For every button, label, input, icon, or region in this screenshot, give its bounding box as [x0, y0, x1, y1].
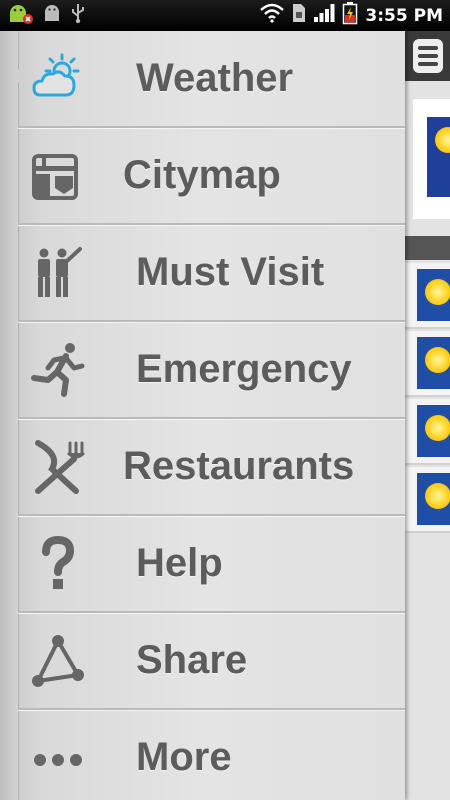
more-icon [30, 730, 86, 786]
sun-icon [425, 415, 450, 441]
menu-item-restaurants[interactable]: Restaurants [18, 419, 405, 516]
emergency-icon [30, 342, 86, 398]
menu-item-label: Must Visit [136, 250, 325, 294]
menu-item-label: Weather [136, 56, 294, 100]
section-divider [405, 236, 450, 260]
android-alert-icon [6, 1, 34, 30]
content-header [405, 31, 450, 81]
menu-item-more[interactable]: More [18, 710, 405, 800]
menu-item-label: Share [136, 638, 248, 682]
weather-icon [30, 51, 86, 107]
help-icon [30, 535, 86, 592]
content-page [405, 31, 450, 800]
menu-item-help[interactable]: Help [18, 516, 405, 613]
share-icon [30, 633, 86, 689]
sun-icon [435, 127, 450, 153]
sim-icon [292, 3, 306, 28]
status-time: 3:55 PM [365, 5, 443, 26]
menu-item-label: Emergency [136, 347, 352, 391]
forecast-row[interactable] [405, 399, 450, 465]
menu-item-share[interactable]: Share [18, 613, 405, 710]
menu-toggle-button[interactable] [413, 39, 443, 73]
menu-item-label: Help [136, 541, 223, 585]
restaurants-icon [30, 439, 86, 495]
featured-weather-card[interactable] [413, 99, 450, 219]
menu-item-emergency[interactable]: Emergency [18, 322, 405, 419]
citymap-icon [30, 148, 86, 204]
android-debug-icon [42, 2, 62, 29]
forecast-row[interactable] [405, 467, 450, 533]
sun-icon [425, 483, 450, 509]
side-menu: Weather Citymap Must Visit Emergency Res… [0, 31, 405, 800]
battery-charging-icon [342, 1, 358, 30]
menu-item-weather[interactable]: Weather [18, 31, 405, 128]
wifi-icon [259, 3, 285, 28]
forecast-row[interactable] [405, 331, 450, 397]
must-visit-icon [30, 245, 86, 301]
usb-icon [70, 2, 86, 29]
sun-icon [425, 279, 450, 305]
status-bar: 3:55 PM [0, 0, 450, 31]
menu-item-label: Restaurants [123, 444, 355, 488]
menu-item-label: Citymap [123, 153, 281, 197]
forecast-row[interactable] [405, 263, 450, 329]
menu-item-must-visit[interactable]: Must Visit [18, 225, 405, 322]
sun-icon [425, 347, 450, 373]
menu-item-citymap[interactable]: Citymap [18, 128, 405, 225]
menu-rail [0, 31, 19, 800]
menu-item-label: More [136, 735, 232, 779]
signal-icon [313, 3, 335, 28]
